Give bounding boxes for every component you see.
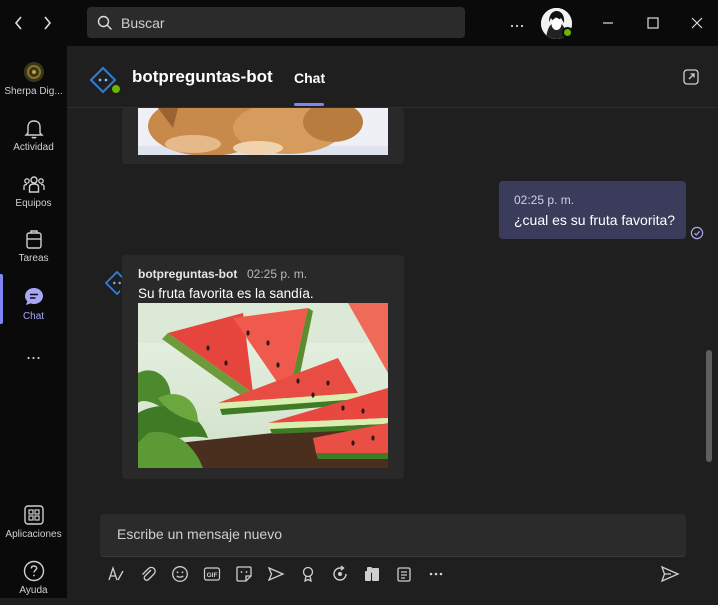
sidebar-item-label: Aplicaciones: [5, 529, 62, 540]
message-timestamp: 02:25 p. m.: [247, 267, 308, 281]
chat-icon: [24, 288, 43, 305]
sidebar-item-help[interactable]: Ayuda: [0, 553, 67, 605]
bot-message-card[interactable]: botpreguntas-bot 02:25 p. m. Su fruta fa…: [122, 255, 404, 479]
close-icon[interactable]: [682, 8, 712, 38]
emoji-icon[interactable]: [170, 564, 190, 584]
sidebar-item-tasks[interactable]: Tareas: [0, 221, 67, 273]
apps-icon: [23, 505, 44, 525]
maximize-icon[interactable]: [638, 8, 668, 38]
bot-presence-icon: [110, 83, 122, 95]
more-options-button[interactable]: ...: [505, 10, 529, 34]
sticker-icon[interactable]: [234, 564, 254, 584]
message-sender: botpreguntas-bot: [138, 267, 238, 281]
send-icon[interactable]: [660, 564, 680, 584]
meet-now-icon[interactable]: [266, 564, 286, 584]
tab-chat[interactable]: Chat: [294, 70, 325, 86]
more-apps-label: ...: [25, 343, 41, 363]
help-icon: [23, 560, 44, 582]
previous-bot-message: [122, 108, 404, 164]
sidebar-item-label: Tareas: [18, 253, 49, 264]
message-timestamp: 02:25 p. m.: [514, 193, 575, 207]
app-rail: Sherpa Dig... Actividad Equipos Tareas C…: [0, 46, 67, 598]
chat-header: botpreguntas-bot Chat: [67, 46, 718, 108]
message-text: Su fruta favorita es la sandía.: [138, 286, 314, 301]
presence-available-icon: [562, 27, 573, 38]
sidebar-item-chat[interactable]: Chat: [0, 279, 67, 331]
svg-text:GIF: GIF: [207, 572, 218, 579]
forward-arrow-icon[interactable]: [36, 12, 58, 34]
watermelon-image[interactable]: [138, 303, 388, 468]
search-box[interactable]: [87, 7, 465, 38]
chat-title: botpreguntas-bot: [132, 67, 273, 86]
sidebar-item-apps[interactable]: Aplicaciones: [0, 497, 67, 549]
rail-item-org[interactable]: Sherpa Dig...: [0, 54, 67, 106]
more-options-icon[interactable]: [426, 564, 446, 584]
read-receipt-icon: [690, 226, 704, 240]
praise-icon[interactable]: [298, 564, 318, 584]
compose-box[interactable]: [100, 514, 686, 557]
teams-icon: [22, 176, 45, 193]
search-input[interactable]: [121, 14, 441, 31]
cat-image: [138, 108, 388, 155]
my-message-bubble[interactable]: 02:25 p. m. ¿cual es su fruta favorita?: [499, 181, 686, 239]
attach-icon[interactable]: [138, 564, 158, 584]
search-icon: [97, 15, 112, 30]
loop-icon[interactable]: [330, 564, 350, 584]
rail-more-apps-button[interactable]: ...: [0, 336, 67, 372]
gif-icon[interactable]: GIF: [202, 564, 222, 584]
minimize-icon[interactable]: [593, 8, 623, 38]
forms-icon[interactable]: [394, 564, 414, 584]
sidebar-item-label: Equipos: [15, 198, 52, 209]
sidebar-item-label: Actividad: [13, 142, 54, 153]
pop-out-icon[interactable]: [682, 68, 700, 86]
sidebar-item-teams[interactable]: Equipos: [0, 166, 67, 218]
approvals-icon[interactable]: [362, 564, 382, 584]
sidebar-item-label: Ayuda: [19, 585, 48, 596]
message-input[interactable]: [117, 526, 657, 542]
org-logo-icon: [23, 62, 44, 82]
bell-icon: [23, 120, 44, 139]
rail-org-label: Sherpa Dig...: [4, 86, 63, 97]
format-icon[interactable]: [106, 564, 126, 584]
tasks-icon: [25, 230, 42, 249]
tab-active-indicator: [294, 103, 324, 106]
title-bar: ...: [0, 0, 718, 46]
sidebar-item-label: Chat: [22, 311, 45, 322]
sidebar-item-activity[interactable]: Actividad: [0, 110, 67, 162]
back-arrow-icon[interactable]: [8, 12, 30, 34]
scrollbar-thumb[interactable]: [706, 350, 712, 462]
message-text: ¿cual es su fruta favorita?: [514, 212, 676, 228]
